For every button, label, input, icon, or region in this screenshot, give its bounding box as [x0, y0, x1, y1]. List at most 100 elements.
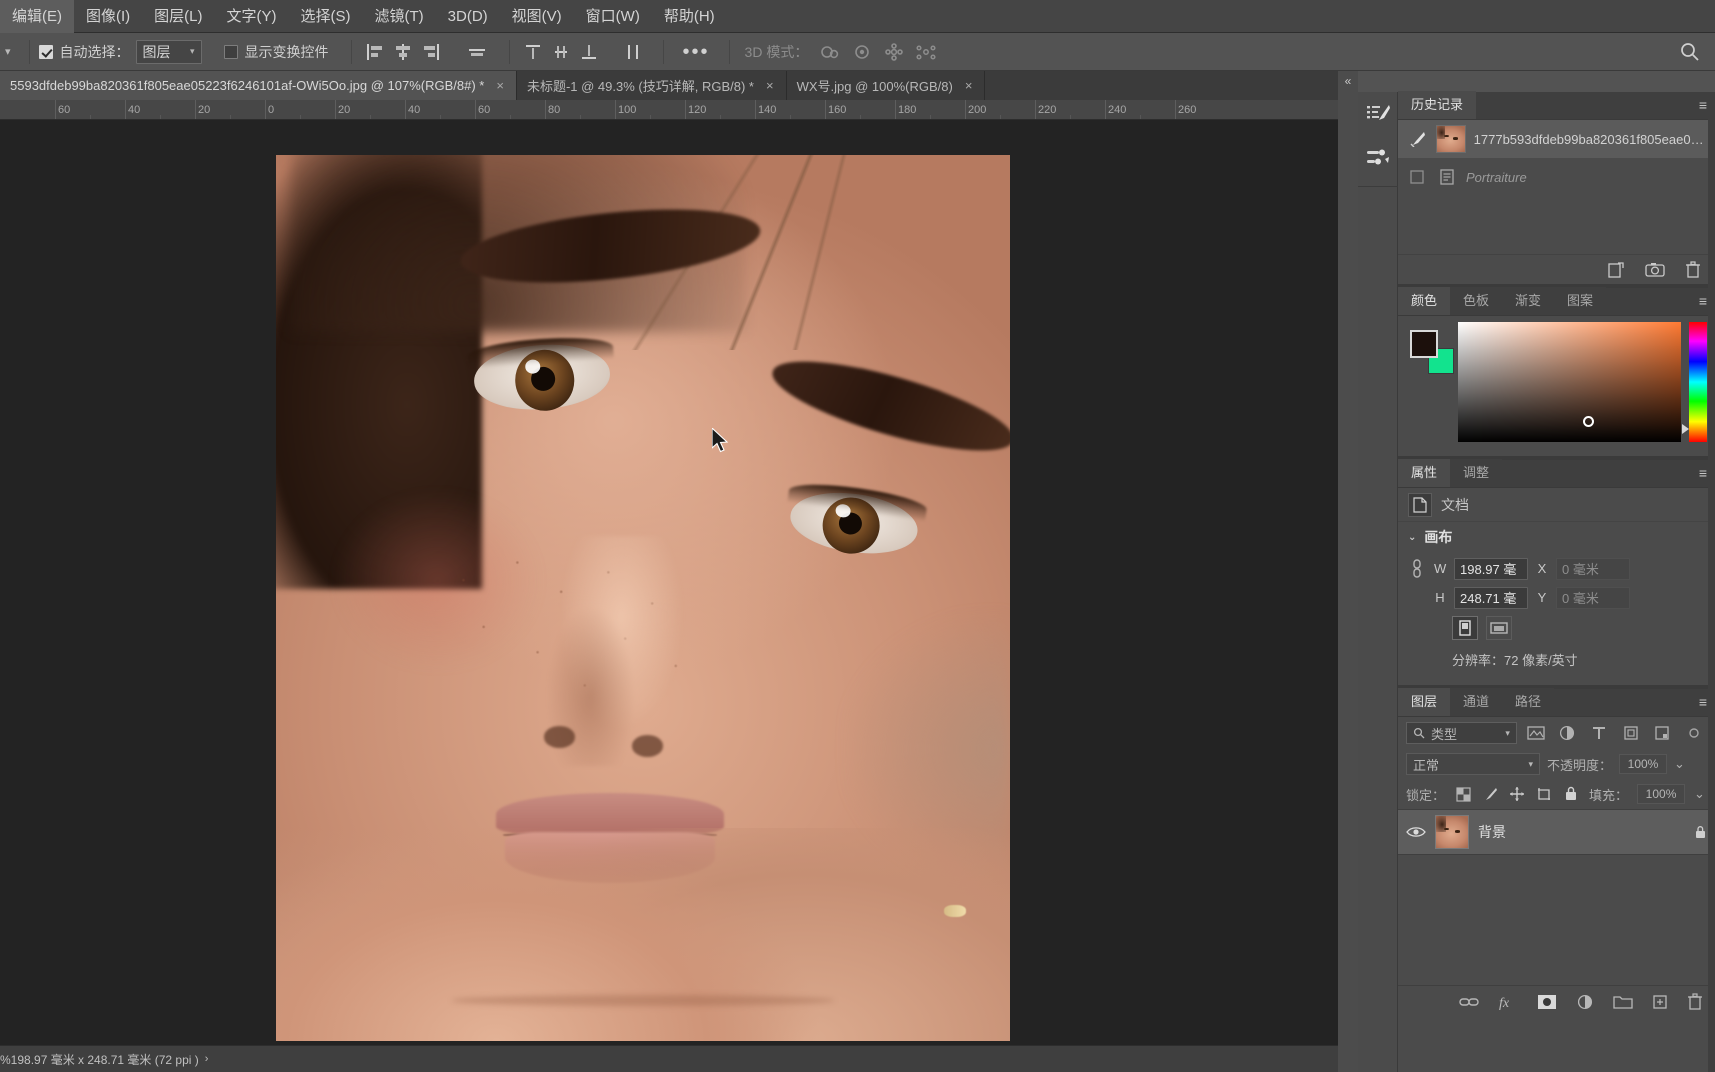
- new-adjustment-layer-icon[interactable]: [1576, 994, 1594, 1010]
- menu-item-type[interactable]: 文字(Y): [215, 0, 289, 33]
- delete-layer-icon[interactable]: [1687, 993, 1703, 1010]
- lock-image-pixels-icon[interactable]: [1481, 785, 1499, 803]
- lock-transparent-pixels-icon[interactable]: [1454, 785, 1472, 803]
- align-right-edges-button[interactable]: [417, 39, 445, 65]
- history-item-portraiture[interactable]: Portraiture: [1398, 158, 1715, 196]
- auto-select-group[interactable]: 自动选择：: [38, 42, 130, 62]
- delete-state-icon[interactable]: [1685, 260, 1701, 279]
- link-dimensions-icon[interactable]: [1408, 558, 1426, 580]
- roll-3d-icon[interactable]: [846, 39, 878, 65]
- color-spectrum-field[interactable]: [1458, 322, 1681, 442]
- tab-channels[interactable]: 通道: [1450, 688, 1503, 716]
- color-selector-ring[interactable]: [1582, 415, 1594, 427]
- new-group-icon[interactable]: [1613, 994, 1633, 1010]
- close-icon[interactable]: ×: [496, 78, 504, 93]
- status-chevron-icon[interactable]: ›: [205, 1053, 209, 1065]
- menu-item-edit[interactable]: 编辑(E): [0, 0, 74, 33]
- close-icon[interactable]: ×: [965, 78, 973, 93]
- filter-toggle-icon[interactable]: [1681, 721, 1707, 745]
- table-row[interactable]: 背景: [1398, 809, 1715, 855]
- search-icon[interactable]: [1679, 41, 1701, 63]
- history-item-snapshot[interactable]: 1777b593dfdeb99ba820361f805eae05...: [1398, 120, 1715, 158]
- fill-stepper-chevron-icon[interactable]: ⌄: [1694, 786, 1705, 802]
- canvas-section-header[interactable]: ⌄ 画布: [1398, 522, 1715, 552]
- tab-properties[interactable]: 属性: [1398, 459, 1451, 487]
- menu-item-window[interactable]: 窗口(W): [574, 0, 652, 33]
- document-tab-1[interactable]: 5593dfdeb99ba820361f805eae05223f6246101a…: [0, 71, 517, 100]
- canvas-height-input[interactable]: 248.71 毫: [1454, 586, 1528, 609]
- lock-position-icon[interactable]: [1508, 785, 1526, 803]
- filter-pixel-layers-icon[interactable]: [1523, 721, 1549, 745]
- distribute-bottom-button[interactable]: [575, 39, 603, 65]
- slide-3d-icon[interactable]: [910, 39, 942, 65]
- menu-item-3d[interactable]: 3D(D): [436, 0, 500, 33]
- show-transform-checkbox[interactable]: [223, 44, 238, 59]
- menu-item-image[interactable]: 图像(I): [74, 0, 142, 33]
- blend-mode-dropdown[interactable]: 正常 ▾: [1406, 753, 1540, 775]
- menu-item-filter[interactable]: 滤镜(T): [363, 0, 436, 33]
- layer-style-fx-icon[interactable]: fx: [1498, 994, 1518, 1010]
- filter-smart-objects-icon[interactable]: [1650, 721, 1676, 745]
- opacity-input[interactable]: 100%: [1619, 754, 1668, 774]
- canvas-area[interactable]: [0, 120, 1338, 1045]
- layer-filter-type-dropdown[interactable]: 类型 ▾: [1406, 722, 1517, 744]
- auto-select-checkbox[interactable]: [38, 44, 53, 59]
- history-state-checkbox[interactable]: [1406, 170, 1428, 184]
- create-snapshot-icon[interactable]: [1645, 261, 1665, 279]
- canvas-width-input[interactable]: 198.97 毫: [1454, 557, 1528, 580]
- tab-adjustments[interactable]: 调整: [1450, 459, 1503, 487]
- fill-input[interactable]: 100%: [1637, 784, 1686, 804]
- add-layer-mask-icon[interactable]: [1537, 994, 1557, 1010]
- show-transform-group[interactable]: 显示变换控件: [223, 42, 329, 62]
- collapse-panels-icon[interactable]: «: [1338, 71, 1358, 88]
- landscape-orientation-button[interactable]: [1486, 616, 1512, 640]
- menu-item-select[interactable]: 选择(S): [289, 0, 363, 33]
- image-canvas[interactable]: [276, 155, 1010, 1041]
- distribute-top-button[interactable]: [519, 39, 547, 65]
- filter-type-layers-icon[interactable]: [1586, 721, 1612, 745]
- rotate-3d-icon[interactable]: [814, 39, 846, 65]
- lock-all-icon[interactable]: [1562, 785, 1580, 803]
- hue-slider[interactable]: [1682, 322, 1707, 442]
- lock-artboard-nesting-icon[interactable]: [1535, 785, 1553, 803]
- tab-patterns[interactable]: 图案: [1554, 287, 1607, 315]
- canvas-x-input[interactable]: 0 毫米: [1556, 557, 1630, 580]
- tab-paths[interactable]: 路径: [1502, 688, 1555, 716]
- distribute-vertical-centers-button[interactable]: [547, 39, 575, 65]
- tab-layers[interactable]: 图层: [1398, 688, 1451, 716]
- panel-collapse-column[interactable]: «: [1338, 71, 1358, 1072]
- filter-adjustment-layers-icon[interactable]: [1555, 721, 1581, 745]
- link-layers-icon[interactable]: [1459, 995, 1479, 1009]
- align-horizontal-centers-button[interactable]: [389, 39, 417, 65]
- tab-history[interactable]: 历史记录: [1398, 91, 1477, 119]
- portrait-orientation-button[interactable]: [1452, 616, 1478, 640]
- tab-swatches[interactable]: 色板: [1450, 287, 1503, 315]
- brush-presets-icon[interactable]: [1358, 136, 1398, 180]
- pan-3d-icon[interactable]: [878, 39, 910, 65]
- align-top-edges-button[interactable]: [463, 39, 491, 65]
- more-options-button[interactable]: •••: [673, 42, 720, 62]
- panel-scrollbar[interactable]: [1708, 92, 1715, 1072]
- document-tab-3[interactable]: WX号.jpg @ 100%(RGB/8) ×: [786, 71, 986, 100]
- tab-color[interactable]: 颜色: [1398, 287, 1451, 315]
- canvas-y-input[interactable]: 0 毫米: [1556, 586, 1630, 609]
- layer-visibility-eye-icon[interactable]: [1406, 825, 1426, 839]
- opacity-stepper-chevron-icon[interactable]: ⌄: [1674, 756, 1685, 772]
- tab-gradients[interactable]: 渐变: [1502, 287, 1555, 315]
- chevron-down-icon[interactable]: ⌄: [1408, 532, 1416, 543]
- distribute-horizontal-button[interactable]: [619, 39, 647, 65]
- tool-preset-chevron-icon[interactable]: ▾: [0, 45, 20, 58]
- menu-item-layer[interactable]: 图层(L): [142, 0, 214, 33]
- align-left-edges-button[interactable]: [361, 39, 389, 65]
- auto-select-scope-dropdown[interactable]: 图层 ▾: [135, 39, 202, 64]
- filter-shape-layers-icon[interactable]: [1618, 721, 1644, 745]
- new-layer-icon[interactable]: [1652, 994, 1668, 1010]
- document-tab-2[interactable]: 未标题-1 @ 49.3% (技巧详解, RGB/8) * ×: [516, 71, 787, 100]
- horizontal-ruler[interactable]: 60 40 20 0 20 40 60 80 100 120 140 160 1…: [0, 100, 1338, 120]
- foreground-color-swatch[interactable]: [1410, 330, 1438, 358]
- close-icon[interactable]: ×: [766, 78, 774, 93]
- create-document-from-state-icon[interactable]: [1607, 261, 1625, 279]
- brush-settings-icon[interactable]: [1358, 92, 1398, 136]
- hue-marker-icon[interactable]: [1682, 424, 1689, 434]
- menu-item-help[interactable]: 帮助(H): [652, 0, 727, 33]
